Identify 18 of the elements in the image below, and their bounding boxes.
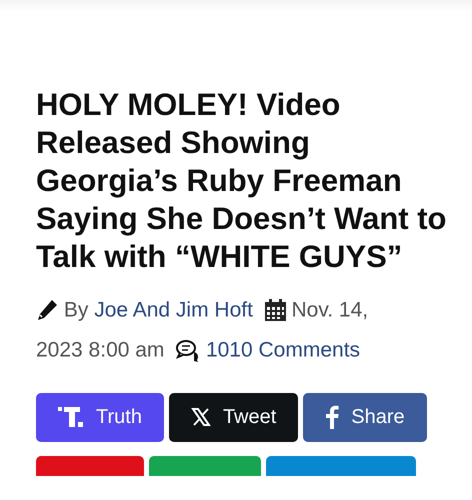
share-button[interactable] <box>149 456 261 476</box>
share-button[interactable] <box>36 456 144 476</box>
share-button[interactable]: Truth <box>36 392 164 442</box>
facebook-logo-icon <box>325 405 340 430</box>
comments-link[interactable]: 1010 Comments <box>206 338 360 362</box>
author-link[interactable]: Joe And Jim Hoft <box>94 298 253 322</box>
byline-prefix: By <box>64 298 88 322</box>
share-button[interactable]: Share <box>303 392 427 442</box>
comments-icon <box>176 340 200 362</box>
share-button[interactable]: Tweet <box>168 392 298 442</box>
truth-logo-icon <box>58 407 84 428</box>
post-time: 2023 8:00 am <box>36 338 164 362</box>
x-logo-icon <box>190 407 211 428</box>
article-title: HOLY MOLEY! Video Released Showing Georgia’s Ruby Freeman Saying She Doesn’t Want to Talk with “WHITE GUYS” <box>36 86 448 276</box>
pencil-icon <box>36 299 58 322</box>
share-button[interactable] <box>266 456 416 476</box>
calendar-icon <box>264 299 286 322</box>
post-date: Nov. 14, <box>291 298 368 322</box>
